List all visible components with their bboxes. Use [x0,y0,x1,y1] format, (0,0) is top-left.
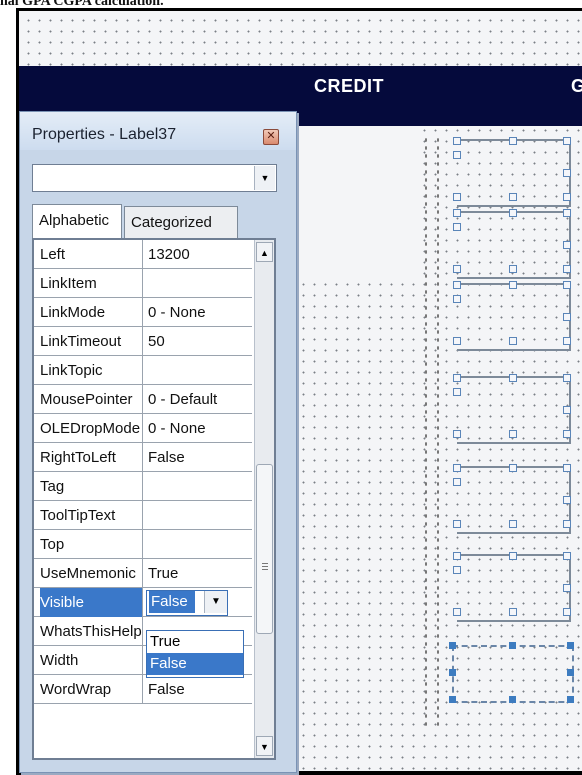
grid-guide [287,448,582,450]
property-value[interactable]: 13200 [148,240,190,269]
tab-alphabetic[interactable]: Alphabetic [32,204,122,238]
property-name: OLEDropMode [40,414,143,443]
property-name: Left [40,240,143,269]
grid-guide [287,624,582,626]
property-grid-scrollbar[interactable]: ▲ ▼ [254,240,274,758]
property-row[interactable]: LinkTopic [34,356,252,385]
label-control[interactable] [453,281,571,351]
property-row[interactable]: LinkItem [34,269,252,298]
grid-guide [424,136,428,726]
property-name: Width [40,646,143,675]
property-value[interactable]: False [148,675,185,704]
label-control[interactable] [453,464,571,534]
grid-guide [287,714,582,716]
property-row[interactable]: LinkMode 0 - None [34,298,252,327]
property-name: UseMnemonic [40,559,143,588]
dropdown-option-true[interactable]: True [147,631,243,653]
chevron-down-icon[interactable]: ▼ [204,591,227,613]
property-value[interactable]: 0 - None [148,298,206,327]
property-value[interactable]: 50 [148,327,165,356]
label-control[interactable] [453,552,571,622]
grid-guide [436,136,440,726]
object-selector[interactable]: ▼ [32,164,277,192]
property-name: ToolTipText [40,501,143,530]
property-row[interactable]: Tag [34,472,252,501]
property-value[interactable]: False [148,443,185,472]
grid-guide [287,538,582,540]
dropdown-option-false[interactable]: False [147,653,243,675]
property-row[interactable]: Left 13200 [34,240,252,269]
properties-title-bar[interactable]: Properties - Label37 ✕ [20,112,296,150]
property-name: WordWrap [40,675,143,704]
property-row[interactable]: Top [34,530,252,559]
property-name: LinkTimeout [40,327,143,356]
property-row[interactable]: UseMnemonic True [34,559,252,588]
property-value[interactable]: True [148,559,178,588]
property-name: Top [40,530,143,559]
property-value[interactable]: 0 - Default [148,385,217,414]
property-row[interactable]: LinkTimeout 50 [34,327,252,356]
selected-label-control[interactable] [449,642,574,703]
property-row[interactable]: OLEDropMode 0 - None [34,414,252,443]
tab-categorized[interactable]: Categorized [124,206,238,238]
properties-window[interactable]: Properties - Label37 ✕ ▼ Alphabetic Cate… [19,111,297,773]
label-control[interactable] [453,137,571,207]
grid-guide [287,355,582,357]
value-dropdown-list[interactable]: True False [146,630,244,678]
close-icon[interactable]: ✕ [263,129,279,145]
property-row[interactable]: ToolTipText [34,501,252,530]
column-g: G [571,76,582,96]
property-row[interactable]: MousePointer 0 - Default [34,385,252,414]
property-name: WhatsThisHelp [40,617,143,646]
property-name: MousePointer [40,385,143,414]
properties-title: Properties - Label37 [32,126,177,143]
label-control[interactable] [453,374,571,444]
property-name: LinkTopic [40,356,143,385]
property-row[interactable]: RightToLeft False [34,443,252,472]
property-value-editor[interactable]: False ▼ [146,590,228,616]
ide-frame: CREDIT G Properties - Label37 ✕ ▼ Alphab… [16,8,582,775]
column-credit: CREDIT [314,76,384,96]
property-name: Visible [40,588,143,617]
scrollbar-thumb[interactable] [256,464,273,634]
property-value: False [149,591,195,613]
chevron-down-icon[interactable]: ▼ [254,166,275,190]
property-row[interactable]: WordWrap False [34,675,252,704]
property-grid[interactable]: Left 13200 LinkItem LinkMode 0 - None Li… [32,238,276,760]
property-name: LinkItem [40,269,143,298]
scroll-up-icon[interactable]: ▲ [256,242,273,262]
label-control[interactable] [453,209,571,279]
property-name: Tag [40,472,143,501]
property-value[interactable]: 0 - None [148,414,206,443]
property-row-selected[interactable]: Visible False ▼ [34,588,252,617]
property-name: RightToLeft [40,443,143,472]
form-designer[interactable]: CREDIT G Properties - Label37 ✕ ▼ Alphab… [19,11,582,773]
scroll-down-icon[interactable]: ▼ [256,736,273,756]
form-blank-area [287,126,417,276]
property-name: LinkMode [40,298,143,327]
